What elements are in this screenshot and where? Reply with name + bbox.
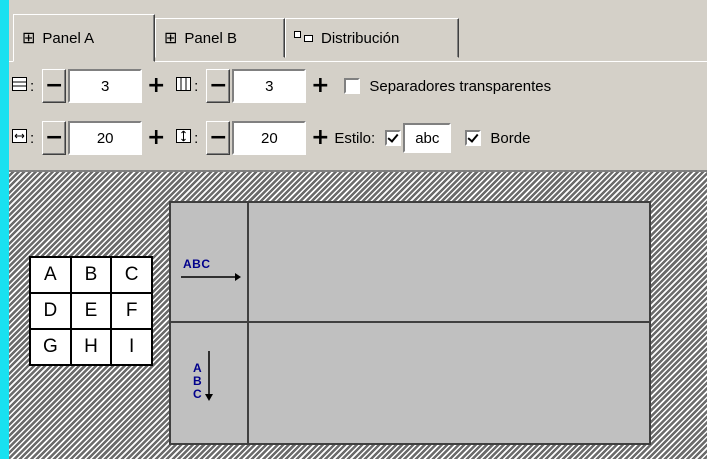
rows-decrement-button[interactable]: − bbox=[42, 69, 67, 103]
rows-columns-row: : − 3 + : − 3 + Separadores transparente… bbox=[9, 66, 707, 106]
vertical-spacing-icon bbox=[176, 128, 192, 148]
columns-icon bbox=[176, 76, 192, 96]
width-field[interactable]: 20 bbox=[68, 121, 143, 155]
grid-cell: C bbox=[112, 258, 151, 292]
down-arrow-icon bbox=[204, 351, 213, 401]
style-checkbox[interactable] bbox=[385, 130, 402, 146]
rows-field[interactable]: 3 bbox=[68, 69, 143, 103]
grid-cell: D bbox=[31, 294, 70, 328]
columns-field[interactable]: 3 bbox=[232, 69, 307, 103]
grid-cell: A bbox=[31, 258, 70, 292]
four-panels-icon: ⊞ bbox=[22, 28, 36, 47]
tab-strip: ⊞ Panel A ⊞ Panel B Distribución bbox=[9, 0, 707, 63]
transparent-separators-checkbox[interactable] bbox=[344, 78, 361, 94]
spacing-style-row: : − 20 + : − 20 + Estilo: abc Borde bbox=[9, 118, 707, 158]
tab-label: Distribución bbox=[321, 29, 400, 47]
layout-preview: A B C D E F G H I ABC A B C bbox=[9, 170, 707, 459]
window-edge bbox=[0, 0, 9, 459]
tab-label: Panel B bbox=[184, 29, 237, 47]
height-colon: : bbox=[194, 129, 199, 147]
vertical-separator bbox=[247, 203, 249, 443]
width-decrement-button[interactable]: − bbox=[42, 121, 67, 155]
grid-cell: G bbox=[31, 330, 70, 364]
horizontal-text-label: ABC bbox=[183, 257, 211, 271]
tab-label: Panel A bbox=[42, 29, 95, 47]
rows-colon: : bbox=[30, 77, 35, 95]
columns-colon: : bbox=[194, 77, 199, 95]
style-sample-text: abc bbox=[415, 129, 440, 147]
border-label: Borde bbox=[490, 129, 531, 147]
grid-cell: B bbox=[71, 258, 111, 292]
transparent-separators-label: Separadores transparentes bbox=[369, 77, 552, 95]
horizontal-text-direction-sample: ABC bbox=[181, 257, 241, 282]
height-field[interactable]: 20 bbox=[232, 121, 307, 155]
height-decrement-button[interactable]: − bbox=[206, 121, 231, 155]
distribution-icon bbox=[294, 30, 314, 46]
horizontal-separator bbox=[171, 321, 649, 323]
right-arrow-icon bbox=[181, 273, 241, 281]
grid-cell: E bbox=[71, 294, 111, 328]
style-sample-button[interactable]: abc bbox=[403, 123, 452, 153]
panel-layout-box: ABC A B C bbox=[169, 201, 651, 445]
vertical-text-letter: C bbox=[193, 387, 202, 401]
rows-icon bbox=[12, 76, 28, 96]
four-panels-icon: ⊞ bbox=[164, 28, 178, 47]
vertical-text-direction-sample: A B C bbox=[193, 351, 214, 401]
cell-grid-sample: A B C D E F G H I bbox=[29, 256, 153, 366]
tab-panel-b[interactable]: ⊞ Panel B bbox=[155, 18, 285, 58]
tab-panel-a[interactable]: ⊞ Panel A bbox=[13, 14, 155, 62]
columns-increment-button[interactable]: + bbox=[308, 69, 332, 103]
width-increment-button[interactable]: + bbox=[144, 121, 168, 155]
tab-distribucion[interactable]: Distribución bbox=[285, 18, 459, 58]
horizontal-spacing-icon bbox=[12, 128, 28, 148]
grid-cell: F bbox=[112, 294, 151, 328]
columns-decrement-button[interactable]: − bbox=[206, 69, 231, 103]
height-increment-button[interactable]: + bbox=[308, 121, 332, 155]
rows-increment-button[interactable]: + bbox=[144, 69, 168, 103]
width-colon: : bbox=[30, 129, 35, 147]
border-checkbox[interactable] bbox=[465, 130, 482, 146]
grid-cell: H bbox=[71, 330, 111, 364]
grid-cell: I bbox=[112, 330, 151, 364]
layout-dialog: ⊞ Panel A ⊞ Panel B Distribución : − 3 + bbox=[9, 0, 707, 459]
style-label: Estilo: bbox=[334, 129, 376, 147]
